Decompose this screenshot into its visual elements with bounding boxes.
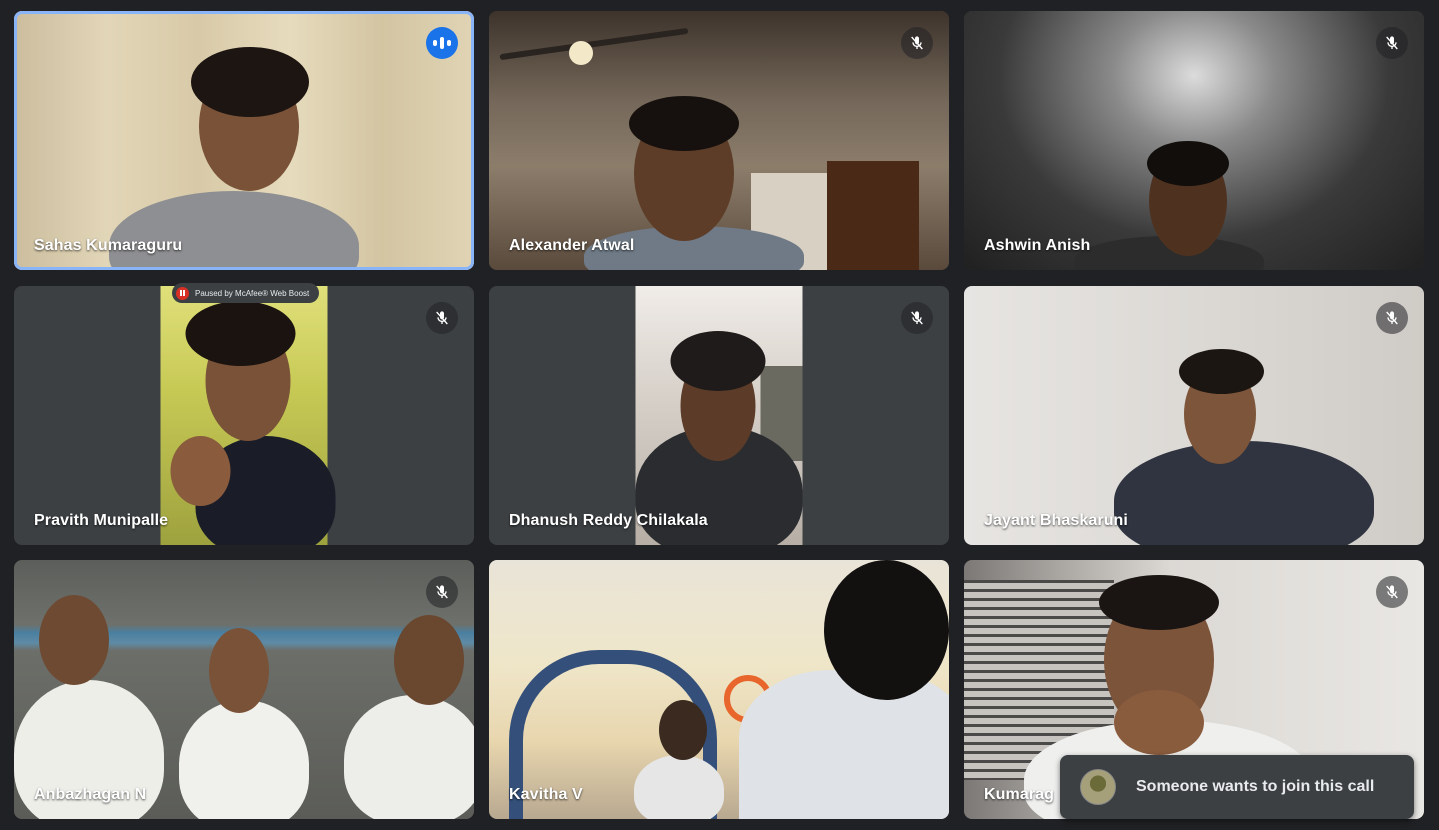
participant-name: Dhanush Reddy Chilakala — [509, 512, 708, 529]
participant-tile[interactable]: Dhanush Reddy Chilakala — [489, 286, 949, 545]
avatar — [1080, 769, 1116, 805]
participant-tile[interactable]: Kavitha V — [489, 560, 949, 819]
participant-hair — [191, 47, 309, 117]
participant-grid: Sahas Kumaraguru Alexander Atwal Ashwin … — [0, 0, 1439, 830]
participant-video — [160, 286, 336, 545]
participant-video — [14, 11, 474, 270]
participant-figure — [1114, 441, 1374, 545]
paused-badge-label: Paused by McAfee® Web Boost — [195, 288, 310, 298]
participant-video — [489, 560, 949, 819]
participant-name: Pravith Munipalle — [34, 512, 169, 529]
participant-hair — [185, 301, 296, 366]
participant-video — [14, 560, 474, 819]
student-head — [659, 700, 707, 760]
participant-hair — [1099, 575, 1219, 630]
participant-video — [489, 11, 949, 270]
speaking-indicator-icon — [426, 27, 458, 59]
ceiling-fan — [499, 27, 689, 65]
participant-tile[interactable]: Ashwin Anish — [964, 11, 1424, 270]
student-figure — [634, 755, 724, 819]
participant-name: Jayant Bhaskaruni — [984, 512, 1128, 529]
participant-name: Sahas Kumaraguru — [34, 237, 183, 254]
join-request-notification[interactable]: Someone wants to join this call — [1060, 755, 1414, 819]
participant-figure — [109, 191, 359, 270]
mic-off-icon — [901, 302, 933, 334]
participant-video — [635, 286, 803, 545]
student-head — [209, 628, 269, 713]
participant-video — [964, 286, 1424, 545]
join-request-message: Someone wants to join this call — [1136, 778, 1375, 795]
pause-icon — [176, 286, 189, 300]
participant-hair — [1147, 141, 1229, 186]
participant-hair — [629, 96, 739, 151]
participant-hair — [1179, 349, 1264, 394]
shelf — [827, 161, 919, 270]
mic-off-icon — [1376, 302, 1408, 334]
student-head — [394, 615, 464, 705]
participant-tile[interactable]: Sahas Kumaraguru — [14, 11, 474, 270]
participant-tile[interactable]: Alexander Atwal — [489, 11, 949, 270]
mic-off-icon — [1376, 576, 1408, 608]
participant-tile[interactable]: Pravith Munipalle — [14, 286, 474, 545]
participant-name: Ashwin Anish — [984, 237, 1091, 254]
mic-off-icon — [426, 302, 458, 334]
paused-badge: Paused by McAfee® Web Boost — [172, 283, 320, 303]
participant-hand — [170, 436, 231, 506]
participant-name: Anbazhagan N — [34, 786, 147, 803]
mic-off-icon — [1376, 27, 1408, 59]
mic-off-icon — [901, 27, 933, 59]
participant-name: Kumarag — [984, 786, 1055, 803]
adult-figure — [739, 670, 949, 819]
student-figure — [344, 695, 474, 819]
participant-tile[interactable]: Anbazhagan N — [14, 560, 474, 819]
student-figure — [179, 700, 309, 819]
participant-hand — [1114, 690, 1204, 755]
participant-video — [964, 11, 1424, 270]
student-head — [39, 595, 109, 685]
participant-tile[interactable]: Jayant Bhaskaruni — [964, 286, 1424, 545]
adult-head — [824, 560, 949, 700]
participant-hair — [670, 331, 766, 391]
participant-name: Kavitha V — [509, 786, 583, 803]
participant-name: Alexander Atwal — [509, 237, 635, 254]
mic-off-icon — [426, 576, 458, 608]
